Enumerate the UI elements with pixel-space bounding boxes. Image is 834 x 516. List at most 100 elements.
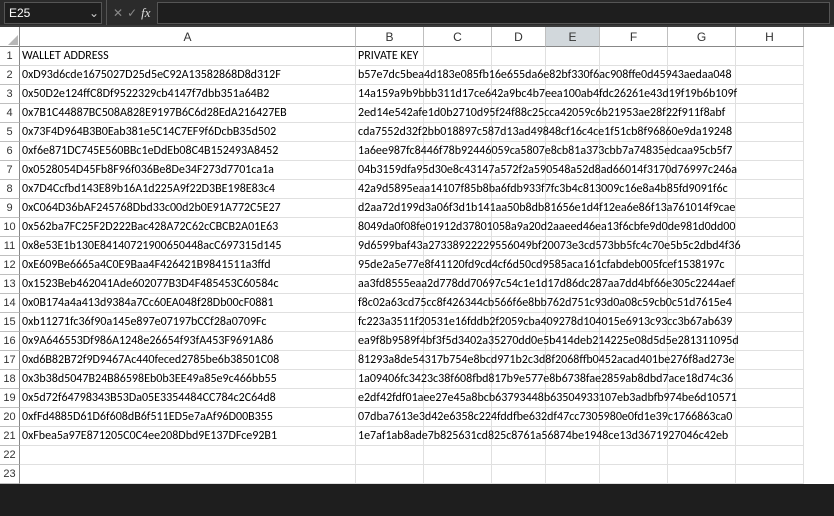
cell-D23[interactable] [492,465,546,484]
cell-H4[interactable] [736,104,804,123]
row-header-7[interactable]: 7 [0,161,20,180]
cell-E23[interactable] [546,465,600,484]
enter-formula-icon[interactable]: ✓ [127,6,137,20]
cell-A4[interactable]: 0x7B1C44887BC508A828E9197B6C6d28EdA21642… [20,104,356,123]
cell-B23[interactable] [356,465,424,484]
cell-B8[interactable]: 42a9d5895eaa14107f85b8ba6fdb933f7fc3b4c8… [356,180,424,199]
row-header-10[interactable]: 10 [0,218,20,237]
cell-A13[interactable]: 0x1523Beb462041Ade602077B3D4F485453C6058… [20,275,356,294]
cell-B2[interactable]: b57e7dc5bea4d183e085fb16e655da6e82bf330f… [356,66,424,85]
cell-A23[interactable] [20,465,356,484]
cell-A9[interactable]: 0xC064D36bAF245768Dbd33c00d2b0E91A772C5E… [20,199,356,218]
row-header-23[interactable]: 23 [0,465,20,484]
cell-H16[interactable] [736,332,804,351]
cell-B20[interactable]: 07dba7613e3d42e6358c224fddfbe632df47cc73… [356,408,424,427]
cell-B9[interactable]: d2aa72d199d3a06f3d1b141aa50b8db81656e1d4… [356,199,424,218]
cell-A20[interactable]: 0xfFd4885D61D6f608dB6f511ED5e7aAf96D00B3… [20,408,356,427]
row-header-11[interactable]: 11 [0,237,20,256]
column-header-B[interactable]: B [356,27,424,47]
cell-B7[interactable]: 04b3159dfa95d30e8c43147a572f2a590548a52d… [356,161,424,180]
row-header-3[interactable]: 3 [0,85,20,104]
cell-B22[interactable] [356,446,424,465]
spreadsheet-grid[interactable]: ABCDEFGH1WALLET ADDRESSPRIVATE KEY20xD93… [0,26,834,484]
cell-A17[interactable]: 0xd6B82B72f9D9467Ac440feced2785be6b38501… [20,351,356,370]
name-box-dropdown-icon[interactable]: ⌄ [87,6,101,20]
cell-B16[interactable]: ea9f8b9589f4bf3f5d3402a35270dd0e5b414deb… [356,332,424,351]
cell-F23[interactable] [600,465,668,484]
cell-H5[interactable] [736,123,804,142]
cell-D1[interactable] [492,47,546,66]
row-header-12[interactable]: 12 [0,256,20,275]
cell-A6[interactable]: 0xf6e871DC745E560BBc1eDdEb08C4B152493A84… [20,142,356,161]
row-header-22[interactable]: 22 [0,446,20,465]
cell-A7[interactable]: 0x0528054D45Fb8F96f036Be8De34F273d7701ca… [20,161,356,180]
row-header-18[interactable]: 18 [0,370,20,389]
cell-A18[interactable]: 0x3b38d5047B24B86598Eb0b3EE49a85e9c466bb… [20,370,356,389]
cell-B17[interactable]: 81293a8de54317b754e8bcd971b2c3d8f2068ffb… [356,351,424,370]
cell-A10[interactable]: 0x562ba7FC25F2D222Bac428A72C62cCBCB2A01E… [20,218,356,237]
cell-H22[interactable] [736,446,804,465]
column-header-F[interactable]: F [600,27,668,47]
column-header-D[interactable]: D [492,27,546,47]
row-header-4[interactable]: 4 [0,104,20,123]
cell-H19[interactable] [736,389,804,408]
cell-G22[interactable] [668,446,736,465]
row-header-17[interactable]: 17 [0,351,20,370]
cell-H10[interactable] [736,218,804,237]
column-header-C[interactable]: C [424,27,492,47]
cell-F22[interactable] [600,446,668,465]
row-header-13[interactable]: 13 [0,275,20,294]
row-header-21[interactable]: 21 [0,427,20,446]
row-header-16[interactable]: 16 [0,332,20,351]
cell-B4[interactable]: 2ed14e542afe1d0b2710d95f24f88c25cca42059… [356,104,424,123]
cell-H18[interactable] [736,370,804,389]
cell-B13[interactable]: aa3fd8555eaa2d778dd70697c54c1e1d17d86dc2… [356,275,424,294]
cell-B19[interactable]: e2df42fdf01aee27e45a8bcb63793448b6350493… [356,389,424,408]
cell-F1[interactable] [600,47,668,66]
cell-H6[interactable] [736,142,804,161]
row-header-14[interactable]: 14 [0,294,20,313]
cell-B15[interactable]: fc223a3511f20531e16fddb2f2059cba409278d1… [356,313,424,332]
cell-A11[interactable]: 0x8e53E1b130E84140721900650448acC697315d… [20,237,356,256]
cell-B11[interactable]: 9d6599baf43a27338922229556049bf20073e3cd… [356,237,424,256]
cell-D22[interactable] [492,446,546,465]
cell-H8[interactable] [736,180,804,199]
cell-B18[interactable]: 1a09406fc3423c38f608fbd817b9e577e8b6738f… [356,370,424,389]
cell-H23[interactable] [736,465,804,484]
cell-B10[interactable]: 8049da0f08fe01912d37801058a9a20d2aaeed46… [356,218,424,237]
cell-H15[interactable] [736,313,804,332]
cell-H1[interactable] [736,47,804,66]
cell-H3[interactable] [736,85,804,104]
cell-H13[interactable] [736,275,804,294]
row-header-2[interactable]: 2 [0,66,20,85]
cell-A5[interactable]: 0x73F4D964B3B0Eab381e5C14C7EF9f6DcbB35d5… [20,123,356,142]
cell-B14[interactable]: f8c02a63cd75cc8f426344cb566f6e8bb762d751… [356,294,424,313]
cell-H21[interactable] [736,427,804,446]
cell-B6[interactable]: 1a6ee987fc8446f78b92446059ca5807e8cb81a3… [356,142,424,161]
cell-E1[interactable] [546,47,600,66]
select-all-corner[interactable] [0,27,20,47]
column-header-E[interactable]: E [546,27,600,47]
cell-H7[interactable] [736,161,804,180]
formula-bar-input[interactable] [157,2,830,24]
cell-H14[interactable] [736,294,804,313]
cell-A15[interactable]: 0xb11271fc36f90a145e897e07197bCCf28a0709… [20,313,356,332]
column-header-G[interactable]: G [668,27,736,47]
cell-B5[interactable]: cda7552d32f2bb018897c587d13ad49848cf16c4… [356,123,424,142]
row-header-19[interactable]: 19 [0,389,20,408]
cell-H11[interactable] [736,237,804,256]
cell-B21[interactable]: 1e7af1ab8ade7b825631cd825c8761a56874be19… [356,427,424,446]
cell-A2[interactable]: 0xD93d6cde1675027D25d5eC92A13582868D8d31… [20,66,356,85]
fx-icon[interactable]: fx [141,5,150,21]
column-header-A[interactable]: A [20,27,356,47]
row-header-5[interactable]: 5 [0,123,20,142]
cell-A3[interactable]: 0x50D2e124ffC8Df9522329cb4147f7dbb351a64… [20,85,356,104]
cell-A1[interactable]: WALLET ADDRESS [20,47,356,66]
row-header-20[interactable]: 20 [0,408,20,427]
cell-E22[interactable] [546,446,600,465]
name-box[interactable]: E25 ⌄ [4,2,102,24]
row-header-8[interactable]: 8 [0,180,20,199]
cancel-formula-icon[interactable]: ✕ [113,6,123,20]
cell-B12[interactable]: 95de2a5e77e8f41120fd9cd4cf6d50cd9585aca1… [356,256,424,275]
cell-B3[interactable]: 14a159a9b9bbb311d17ce642a9bc4b7eea100ab4… [356,85,424,104]
